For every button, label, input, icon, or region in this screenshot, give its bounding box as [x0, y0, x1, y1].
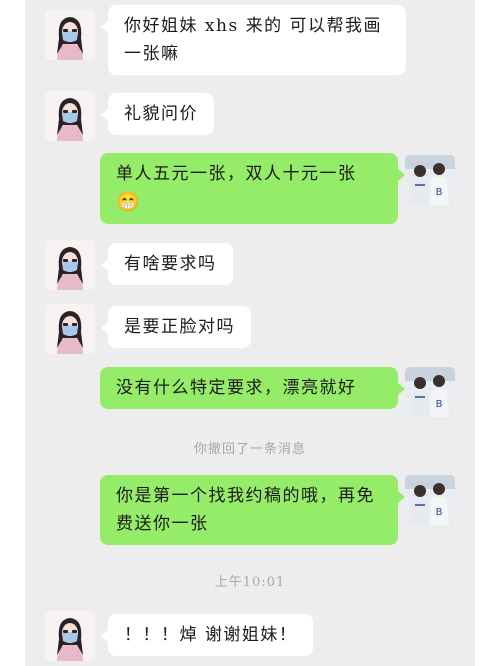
girl-with-mask-avatar-icon — [45, 10, 95, 60]
couple-jersey-avatar-icon: B — [405, 475, 455, 525]
grinning-emoji-icon: 😁 — [116, 191, 142, 213]
girl-with-mask-avatar-icon — [45, 611, 95, 661]
my-avatar[interactable]: B — [405, 155, 455, 205]
message-bubble[interactable]: 单人五元一张，双人十元一张 😁 — [100, 153, 405, 224]
recall-notice: 你撤回了一条消息 — [193, 442, 306, 457]
message-bubble[interactable]: 有啥要求吗 — [101, 243, 233, 285]
chat-message-incoming: 是要正脸对吗 — [25, 302, 475, 358]
chat-message-outgoing: 你是第一个找我约稿的哦，再免费送你一张 B — [25, 472, 475, 552]
my-avatar[interactable]: B — [405, 367, 455, 417]
message-bubble[interactable]: 礼貌问价 — [101, 93, 214, 135]
girl-with-mask-avatar-icon — [45, 304, 95, 354]
message-bubble[interactable]: 你好姐妹 xhs 来的 可以帮我画一张嘛 — [101, 5, 406, 75]
chat-message-incoming: 有啥要求吗 — [25, 238, 475, 294]
jersey-letter: B — [436, 507, 443, 518]
chat-message-incoming: ！！！焯 谢谢姐妹！ — [25, 606, 475, 666]
message-bubble[interactable]: 你是第一个找我约稿的哦，再免费送你一张 — [100, 475, 405, 545]
girl-with-mask-avatar-icon — [45, 240, 95, 290]
jersey-letter: B — [436, 187, 443, 198]
message-text: 单人五元一张，双人十元一张 — [116, 164, 357, 184]
contact-avatar[interactable] — [45, 611, 95, 661]
message-bubble[interactable]: ！！！焯 谢谢姐妹！ — [100, 614, 314, 656]
my-avatar[interactable]: B — [405, 475, 455, 525]
jersey-letter: B — [436, 399, 443, 410]
chat-message-outgoing: 单人五元一张，双人十元一张 😁 B — [25, 150, 475, 230]
chat-message-outgoing: 没有什么特定要求，漂亮就好 B — [25, 365, 475, 421]
contact-avatar[interactable] — [45, 304, 95, 354]
chat-message-incoming: 礼貌问价 — [25, 88, 475, 148]
couple-jersey-avatar-icon: B — [405, 155, 455, 205]
message-bubble[interactable]: 是要正脸对吗 — [101, 306, 251, 348]
chat-message-incoming: 你好姐妹 xhs 来的 可以帮我画一张嘛 — [25, 0, 475, 90]
message-bubble[interactable]: 没有什么特定要求，漂亮就好 — [100, 367, 405, 409]
chat-window: 你好姐妹 xhs 来的 可以帮我画一张嘛 礼貌问价 单人五元一张，双人十元一张 … — [25, 0, 475, 666]
contact-avatar[interactable] — [45, 91, 95, 141]
timestamp: 上午10:01 — [214, 575, 286, 590]
couple-jersey-avatar-icon: B — [405, 367, 455, 417]
contact-avatar[interactable] — [45, 10, 95, 60]
contact-avatar[interactable] — [45, 240, 95, 290]
girl-with-mask-avatar-icon — [45, 91, 95, 141]
